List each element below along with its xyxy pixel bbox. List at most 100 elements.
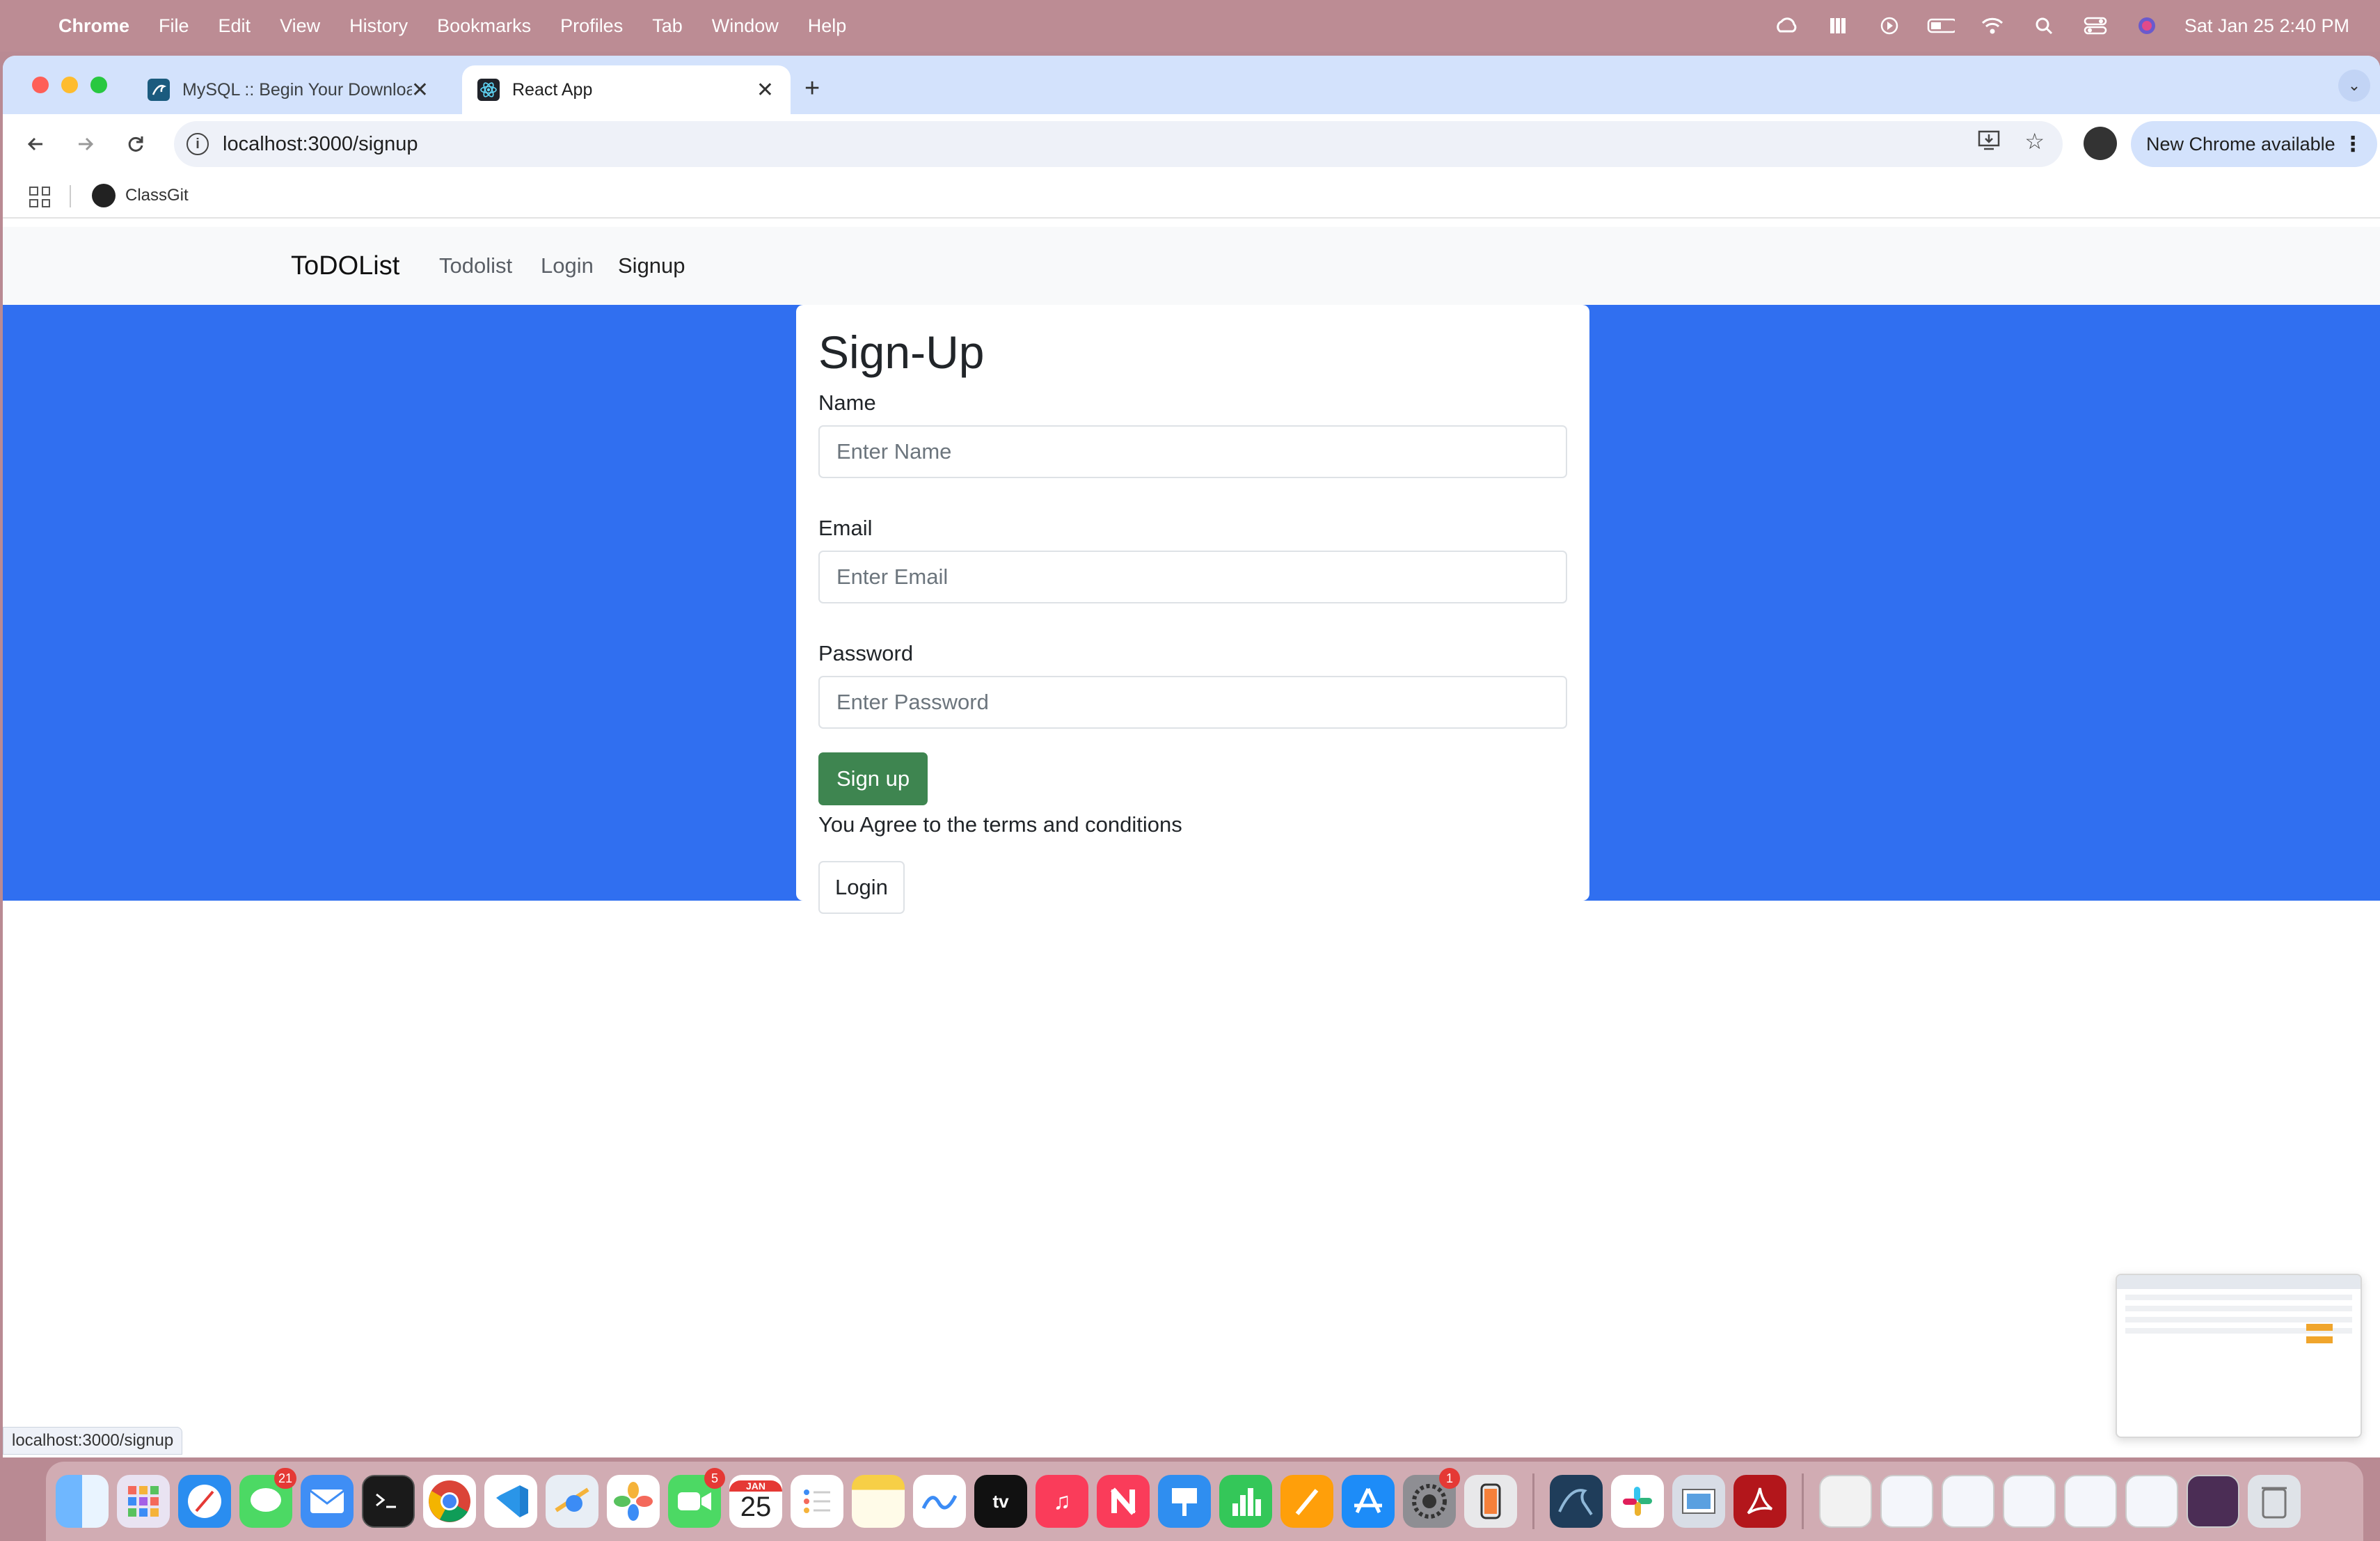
menu-edit[interactable]: Edit (219, 15, 251, 37)
mysql-workbench-icon[interactable] (1550, 1475, 1603, 1528)
apple-tv-icon[interactable]: tv (974, 1475, 1027, 1528)
navbar-brand[interactable]: ToDOList (291, 251, 399, 281)
spotlight-search-icon[interactable] (2030, 15, 2058, 36)
window-controls (32, 77, 107, 93)
close-tab-icon[interactable]: ✕ (756, 78, 774, 102)
login-button[interactable]: Login (818, 860, 905, 914)
minimized-window-icon[interactable] (2187, 1475, 2239, 1528)
play-icon[interactable] (1875, 15, 1903, 36)
minimized-window-icon[interactable] (2064, 1475, 2117, 1528)
thumbnail-highlight (2306, 1336, 2333, 1343)
tab-search-chevron-icon[interactable]: ⌄ (2338, 70, 2370, 102)
minimized-window-icon[interactable] (1942, 1475, 1994, 1528)
profile-avatar[interactable] (2084, 127, 2117, 160)
maps-icon[interactable] (546, 1475, 598, 1528)
zoom-window-button[interactable] (90, 77, 107, 93)
acrobat-icon[interactable] (1734, 1475, 1786, 1528)
minimized-window-icon[interactable] (1880, 1475, 1933, 1528)
music-icon[interactable]: ♫ (1036, 1475, 1088, 1528)
new-tab-button[interactable]: + (804, 74, 820, 104)
address-bar[interactable]: i localhost:3000/signup ☆ (174, 121, 2063, 167)
bookmark-classgit[interactable]: ClassGit (92, 184, 189, 207)
close-tab-icon[interactable]: ✕ (411, 78, 429, 102)
screenshot-thumbnail[interactable] (2116, 1274, 2362, 1438)
siri-icon[interactable] (2133, 15, 2161, 36)
calendar-day: 25 (740, 1491, 772, 1522)
install-app-icon[interactable] (1977, 128, 2001, 157)
dock-separator (1802, 1473, 1804, 1529)
iphone-mirroring-icon[interactable] (1464, 1475, 1517, 1528)
close-window-button[interactable] (32, 77, 49, 93)
menu-window[interactable]: Window (712, 15, 779, 37)
menu-file[interactable]: File (159, 15, 189, 37)
stats-icon[interactable] (1824, 15, 1852, 36)
app-store-icon[interactable] (1342, 1475, 1395, 1528)
terminal-icon[interactable] (362, 1475, 415, 1528)
menu-app-name[interactable]: Chrome (58, 15, 129, 37)
browser-toolbar: i localhost:3000/signup ☆ New Chrome ava… (3, 114, 2380, 174)
menu-bar-clock[interactable]: Sat Jan 25 2:40 PM (2184, 15, 2349, 37)
forward-arrow-icon[interactable] (70, 128, 102, 160)
terms-text: You Agree to the terms and conditions (818, 812, 1182, 837)
notes-icon[interactable] (852, 1475, 905, 1528)
menu-bookmarks[interactable]: Bookmarks (437, 15, 531, 37)
facetime-badge: 5 (704, 1468, 725, 1489)
battery-icon[interactable] (1927, 15, 1955, 36)
trash-icon[interactable] (2248, 1475, 2301, 1528)
messages-badge: 21 (273, 1468, 296, 1489)
chrome-icon[interactable] (423, 1475, 476, 1528)
safari-icon[interactable] (178, 1475, 231, 1528)
name-input[interactable] (818, 425, 1567, 478)
email-input[interactable] (818, 550, 1567, 603)
pages-icon[interactable] (1280, 1475, 1333, 1528)
vscode-icon[interactable] (484, 1475, 537, 1528)
page-title: Sign-Up (818, 326, 985, 378)
new-chrome-available-button[interactable]: New Chrome available ⋮ (2131, 121, 2377, 167)
numbers-icon[interactable] (1219, 1475, 1272, 1528)
freeform-icon[interactable] (913, 1475, 966, 1528)
minimized-window-icon[interactable] (2003, 1475, 2056, 1528)
nav-link-todolist[interactable]: Todolist (439, 253, 512, 278)
app-navbar: ToDOList Todolist Login Signup (3, 227, 2380, 305)
launchpad-icon[interactable] (117, 1475, 170, 1528)
nav-link-signup[interactable]: Signup (618, 253, 685, 278)
apps-grid-icon[interactable] (29, 187, 50, 207)
calendar-icon[interactable]: JAN 25 (729, 1475, 782, 1528)
tab-mysql[interactable]: MySQL :: Begin Your Downloa ✕ (132, 65, 445, 114)
back-arrow-icon[interactable] (19, 128, 51, 160)
recent-document-icon[interactable] (1819, 1475, 1872, 1528)
messages-icon[interactable]: 21 (239, 1468, 296, 1528)
menu-history[interactable]: History (349, 15, 408, 37)
more-menu-icon[interactable]: ⋮ (2342, 132, 2363, 157)
wifi-icon[interactable] (1978, 15, 2006, 36)
mail-icon[interactable] (301, 1475, 354, 1528)
reload-icon[interactable] (120, 128, 152, 160)
photos-icon[interactable] (607, 1475, 660, 1528)
reminders-icon[interactable] (791, 1475, 843, 1528)
system-settings-icon[interactable]: 1 (1403, 1468, 1460, 1528)
menu-tab[interactable]: Tab (652, 15, 683, 37)
creative-cloud-icon[interactable] (1772, 15, 1800, 36)
github-icon (92, 184, 116, 207)
tab-title: MySQL :: Begin Your Downloa (182, 79, 412, 100)
menu-view[interactable]: View (280, 15, 320, 37)
nav-link-login[interactable]: Login (541, 253, 594, 278)
site-info-icon[interactable]: i (187, 133, 209, 155)
address-url[interactable]: localhost:3000/signup (223, 133, 418, 156)
facetime-icon[interactable]: 5 (668, 1468, 725, 1528)
omnibox-actions: ☆ (1977, 128, 2045, 157)
tab-react-app[interactable]: React App ✕ (462, 65, 791, 114)
menu-profiles[interactable]: Profiles (560, 15, 623, 37)
preview-icon[interactable] (1672, 1475, 1725, 1528)
finder-icon[interactable] (56, 1475, 109, 1528)
control-center-icon[interactable] (2081, 15, 2109, 36)
menu-help[interactable]: Help (808, 15, 847, 37)
bookmark-star-icon[interactable]: ☆ (2024, 128, 2045, 157)
minimized-window-icon[interactable] (2125, 1475, 2178, 1528)
password-input[interactable] (818, 675, 1567, 729)
keynote-icon[interactable] (1158, 1475, 1211, 1528)
news-icon[interactable] (1097, 1475, 1150, 1528)
minimize-window-button[interactable] (61, 77, 78, 93)
slack-icon[interactable] (1611, 1475, 1664, 1528)
signup-button[interactable]: Sign up (818, 752, 928, 805)
